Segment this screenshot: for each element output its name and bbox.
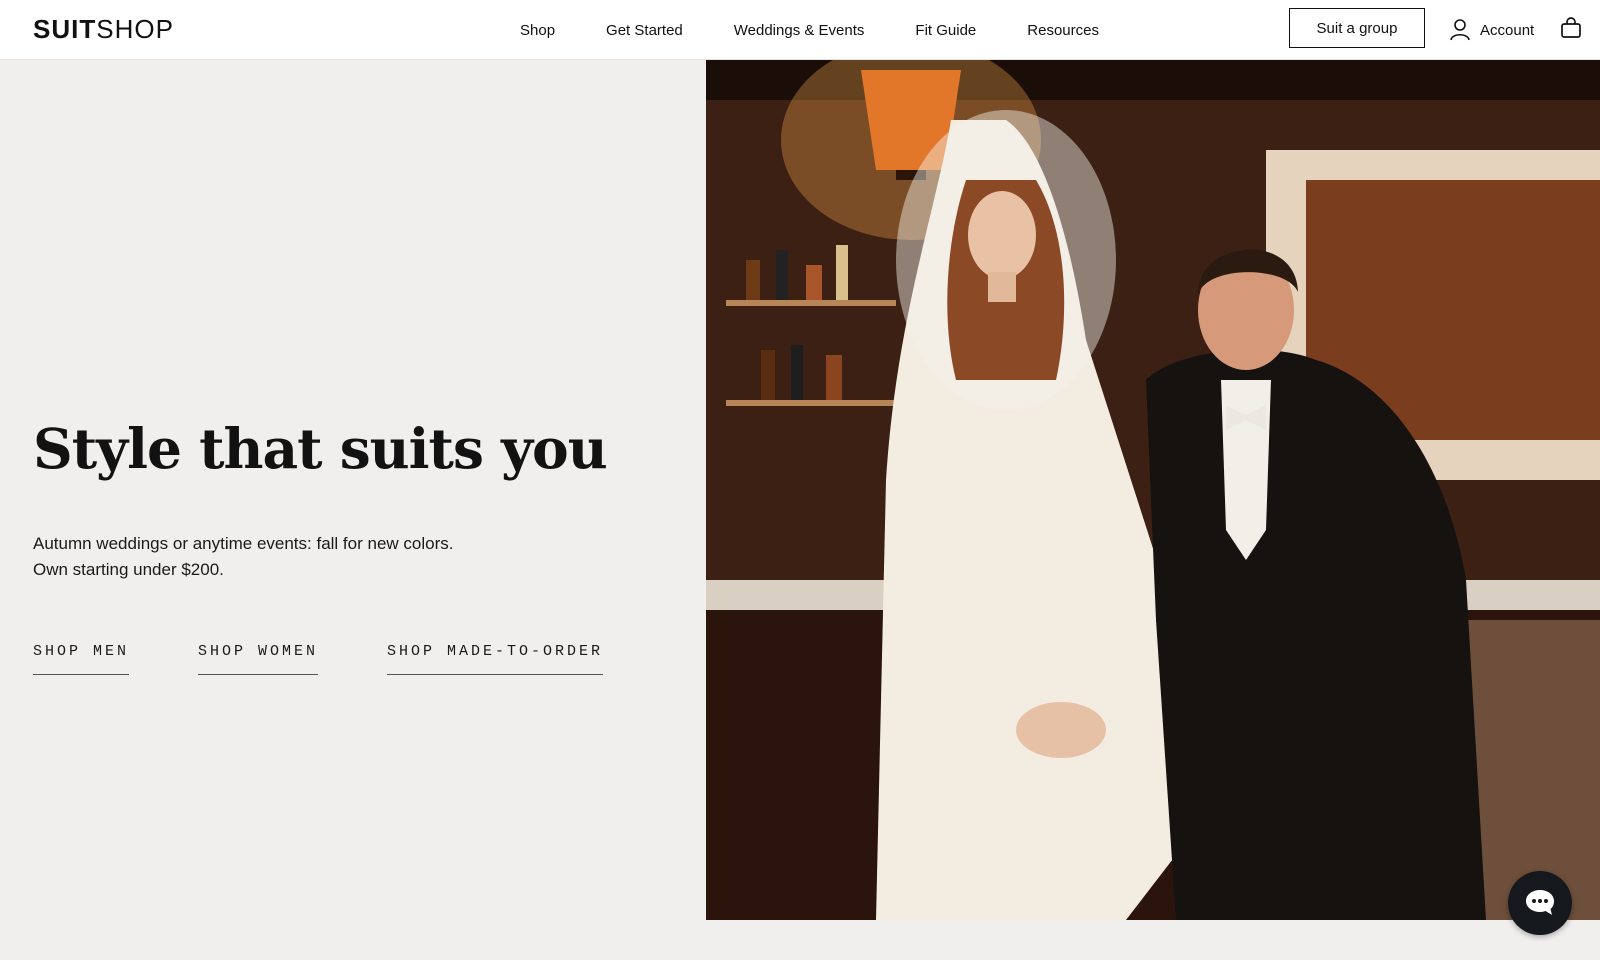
hero-text-panel: Style that suits you Autumn weddings or … [0,60,706,920]
account-link[interactable]: Account [1450,0,1534,60]
nav-item-shop[interactable]: Shop [520,22,555,39]
hero-cta-group: SHOP MEN SHOP WOMEN SHOP MADE-TO-ORDER [33,643,672,675]
nav-item-fit-guide[interactable]: Fit Guide [915,22,976,39]
hero-subtext-line-1: Autumn weddings or anytime events: fall … [33,534,454,553]
logo-bold-text: SUIT [33,14,97,44]
hero-subtext-line-2: Own starting under $200. [33,560,224,579]
shop-made-to-order-link[interactable]: SHOP MADE-TO-ORDER [387,643,604,675]
bottom-strip [0,920,1600,960]
brand-logo[interactable]: SUITSHOP [33,14,174,45]
account-label: Account [1480,21,1535,39]
nav-item-get-started[interactable]: Get Started [606,22,683,39]
cart-button[interactable] [1560,17,1582,44]
main-nav: Shop Get Started Weddings & Events Fit G… [520,0,1150,60]
logo-light-text: SHOP [96,14,174,44]
hero-subtext: Autumn weddings or anytime events: fall … [33,531,453,583]
hero-photo-illustration [706,60,1600,920]
nav-item-weddings-events[interactable]: Weddings & Events [734,22,865,39]
hero-headline: Style that suits you [33,416,608,481]
site-header: SUITSHOP Shop Get Started Weddings & Eve… [0,0,1600,60]
shopping-bag-icon [1561,17,1581,38]
suit-a-group-button[interactable]: Suit a group [1289,8,1425,48]
user-icon [1450,19,1470,41]
chat-launcher-button[interactable] [1508,871,1572,935]
shop-men-link[interactable]: SHOP MEN [33,643,130,675]
nav-item-resources[interactable]: Resources [1027,22,1099,39]
hero-image [706,60,1600,920]
shop-women-link[interactable]: SHOP WOMEN [198,643,319,675]
chat-bubble-icon [1526,890,1554,915]
